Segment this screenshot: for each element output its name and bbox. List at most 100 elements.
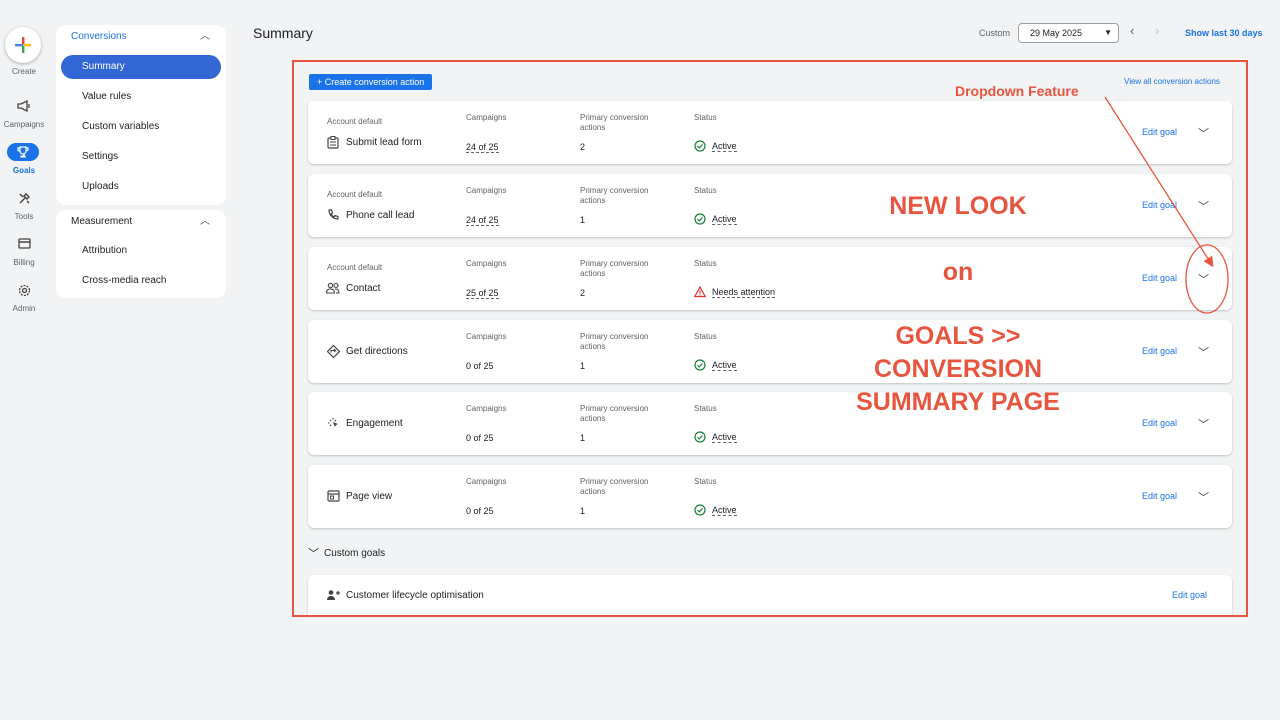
primary-conversion-header-line1: Primary conversion [580, 113, 649, 122]
view-all-conversion-actions-link[interactable]: View all conversion actions [1124, 77, 1220, 86]
annotation-on: on [942, 258, 974, 286]
rail-goals-button[interactable] [7, 143, 39, 161]
card-icon[interactable] [0, 238, 48, 249]
campaigns-value[interactable]: 0 of 25 [466, 433, 494, 443]
campaigns-header: Campaigns [466, 259, 507, 268]
check-circle-icon [694, 359, 706, 371]
chevron-down-icon[interactable]: ﹀ [1198, 489, 1209, 505]
campaigns-value[interactable]: 25 of 25 [466, 288, 499, 299]
measurement-panel: Measurement ︿ Attribution Cross-media re… [56, 210, 226, 298]
status-badge[interactable]: Active [694, 140, 737, 152]
next-period-button[interactable]: › [1155, 23, 1159, 38]
status-badge[interactable]: Active [694, 431, 737, 443]
campaigns-value[interactable]: 24 of 25 [466, 142, 499, 153]
primary-conversion-header-line1: Primary conversion [580, 477, 649, 486]
click-icon [326, 416, 340, 430]
sidebar-item-value-rules[interactable]: Value rules [56, 82, 226, 112]
show-last-30-days-link[interactable]: Show last 30 days [1185, 28, 1263, 38]
annotation-goals: GOALS >> [895, 322, 1021, 350]
left-rail: Create Campaigns Goals Tools Billing Adm… [0, 0, 48, 720]
status-badge[interactable]: Active [694, 504, 737, 516]
plus-icon [15, 37, 31, 53]
edit-goal-button[interactable]: Edit goal [1172, 590, 1207, 600]
edit-goal-button[interactable]: Edit goal [1142, 200, 1177, 210]
primary-conversion-value: 2 [580, 142, 586, 152]
rail-goals-label: Goals [12, 166, 36, 175]
sidebar-item-summary[interactable]: Summary [61, 55, 221, 79]
campaigns-header: Campaigns [466, 332, 507, 341]
account-default-label: Account default [327, 190, 383, 199]
goal-card: Page view Campaigns Primary conversion a… [308, 465, 1232, 528]
chevron-up-icon: ︿ [200, 31, 210, 42]
edit-goal-button[interactable]: Edit goal [1142, 346, 1177, 356]
sidebar-item-attribution[interactable]: Attribution [56, 236, 226, 266]
campaigns-header: Campaigns [466, 113, 507, 122]
previous-period-button[interactable]: ‹ [1130, 23, 1134, 38]
status-header: Status [694, 332, 717, 341]
chevron-down-icon: ﹀ [308, 548, 319, 560]
edit-goal-button[interactable]: Edit goal [1142, 127, 1177, 137]
status-header: Status [694, 259, 717, 268]
campaigns-value[interactable]: 24 of 25 [466, 215, 499, 226]
edit-goal-button[interactable]: Edit goal [1142, 491, 1177, 501]
primary-conversion-value: 1 [580, 506, 586, 516]
rail-admin-label: Admin [12, 304, 36, 313]
primary-conversion-header-line1: Primary conversion [580, 259, 649, 268]
campaigns-value[interactable]: 0 of 25 [466, 506, 494, 516]
sidebar-item-settings[interactable]: Settings [56, 142, 226, 172]
sidebar-item-custom-variables[interactable]: Custom variables [56, 112, 226, 142]
measurement-header[interactable]: Measurement ︿ [56, 210, 226, 234]
megaphone-icon[interactable] [0, 100, 48, 112]
status-label: Active [712, 213, 737, 225]
custom-goals-toggle[interactable]: ﹀ Custom goals [308, 545, 385, 561]
edit-goal-button[interactable]: Edit goal [1142, 418, 1177, 428]
goal-name-label: Page view [346, 490, 393, 502]
gear-icon[interactable] [0, 284, 48, 297]
campaigns-count: 25 of 25 [466, 288, 499, 299]
status-header: Status [694, 404, 717, 413]
annotation-new-look: NEW LOOK [889, 192, 1027, 220]
status-badge[interactable]: Active [694, 213, 737, 225]
conversions-header[interactable]: Conversions ︿ [56, 25, 226, 49]
status-badge[interactable]: Needs attention [694, 286, 776, 298]
date-range-select[interactable]: 29 May 2025 ▼ [1018, 23, 1119, 43]
campaigns-header: Campaigns [466, 186, 507, 195]
chevron-down-icon[interactable]: ﹀ [1198, 125, 1209, 141]
tools-icon[interactable] [0, 192, 48, 205]
primary-conversion-value: 1 [580, 215, 586, 225]
status-label: Active [712, 359, 737, 371]
sidebar-item-cross-media-reach[interactable]: Cross-media reach [56, 266, 226, 296]
warning-icon [694, 286, 706, 298]
chevron-down-icon[interactable]: ﹀ [1198, 416, 1209, 432]
status-header: Status [694, 186, 717, 195]
edit-goal-button[interactable]: Edit goal [1142, 273, 1177, 283]
goal-name-label: Engagement [346, 417, 403, 429]
campaigns-value[interactable]: 0 of 25 [466, 361, 494, 371]
check-circle-icon [694, 431, 706, 443]
page-title: Summary [253, 25, 313, 41]
campaigns-count: 24 of 25 [466, 142, 499, 153]
trophy-icon [17, 146, 29, 158]
campaigns-header: Campaigns [466, 404, 507, 413]
primary-conversion-header-line2: actions [580, 196, 606, 205]
status-badge[interactable]: Active [694, 359, 737, 371]
sidebar-item-uploads[interactable]: Uploads [56, 172, 226, 202]
date-range-label: Custom [979, 28, 1011, 38]
primary-conversion-value: 1 [580, 433, 586, 443]
chevron-down-icon[interactable]: ﹀ [1198, 271, 1209, 287]
account-default-label: Account default [327, 117, 383, 126]
create-button[interactable] [5, 27, 41, 63]
chevron-down-icon[interactable]: ﹀ [1198, 198, 1209, 214]
create-conversion-action-button[interactable]: + Create conversion action [309, 74, 433, 90]
goal-name: Submit lead form [326, 135, 422, 149]
primary-conversion-header: Primary conversion actions [580, 259, 648, 279]
web-page-icon [326, 489, 340, 503]
chevron-down-icon[interactable]: ﹀ [1198, 344, 1209, 360]
goal-name-label: Submit lead form [346, 136, 422, 148]
person-add-icon [327, 590, 340, 600]
primary-conversion-header-line2: actions [580, 269, 606, 278]
conversions-title: Conversions [71, 31, 127, 42]
primary-conversion-value: 2 [580, 288, 586, 298]
goal-name: Page view [326, 489, 392, 503]
goal-card: Account default Submit lead form Campaig… [308, 101, 1232, 164]
